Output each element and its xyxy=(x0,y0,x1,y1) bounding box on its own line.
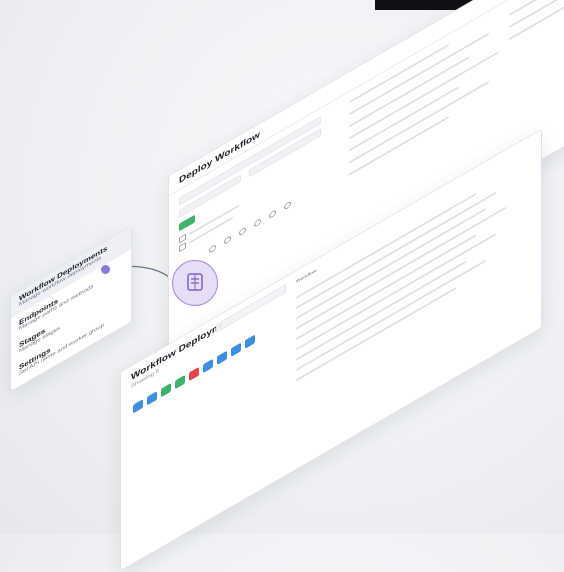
deploy-radio-4[interactable] xyxy=(254,217,261,228)
deploy-far-line-1 xyxy=(509,0,564,17)
status-badge xyxy=(161,382,171,398)
deploy-radio-3[interactable] xyxy=(239,226,246,237)
status-badge xyxy=(203,358,213,374)
workflow-column-header: Workflow xyxy=(296,268,317,286)
deploy-option-line-1 xyxy=(189,204,239,236)
table-row xyxy=(296,259,486,372)
status-badge xyxy=(231,342,241,357)
deploy-radio-6[interactable] xyxy=(284,200,291,211)
status-badge xyxy=(133,399,143,414)
table-row xyxy=(296,260,466,361)
status-badge xyxy=(189,366,199,382)
status-badge xyxy=(217,350,227,366)
deploy-confirm-button[interactable] xyxy=(179,214,195,232)
deploy-checkbox-2[interactable] xyxy=(179,242,186,253)
workflow-hub-icon xyxy=(187,273,203,291)
status-badge xyxy=(147,391,157,406)
deploy-right-line-6 xyxy=(349,80,489,164)
connector-node xyxy=(101,265,110,274)
isometric-scene: Deploy Workflow Workflow Deployments Man… xyxy=(0,0,564,572)
deploy-radio-5[interactable] xyxy=(269,209,276,220)
workflow-hub xyxy=(172,260,218,306)
status-badge xyxy=(175,374,185,390)
status-badge xyxy=(245,334,255,349)
deploy-radio-2[interactable] xyxy=(224,235,231,246)
deploy-radio-1[interactable] xyxy=(209,243,216,254)
deploy-right-line-7 xyxy=(349,116,449,176)
